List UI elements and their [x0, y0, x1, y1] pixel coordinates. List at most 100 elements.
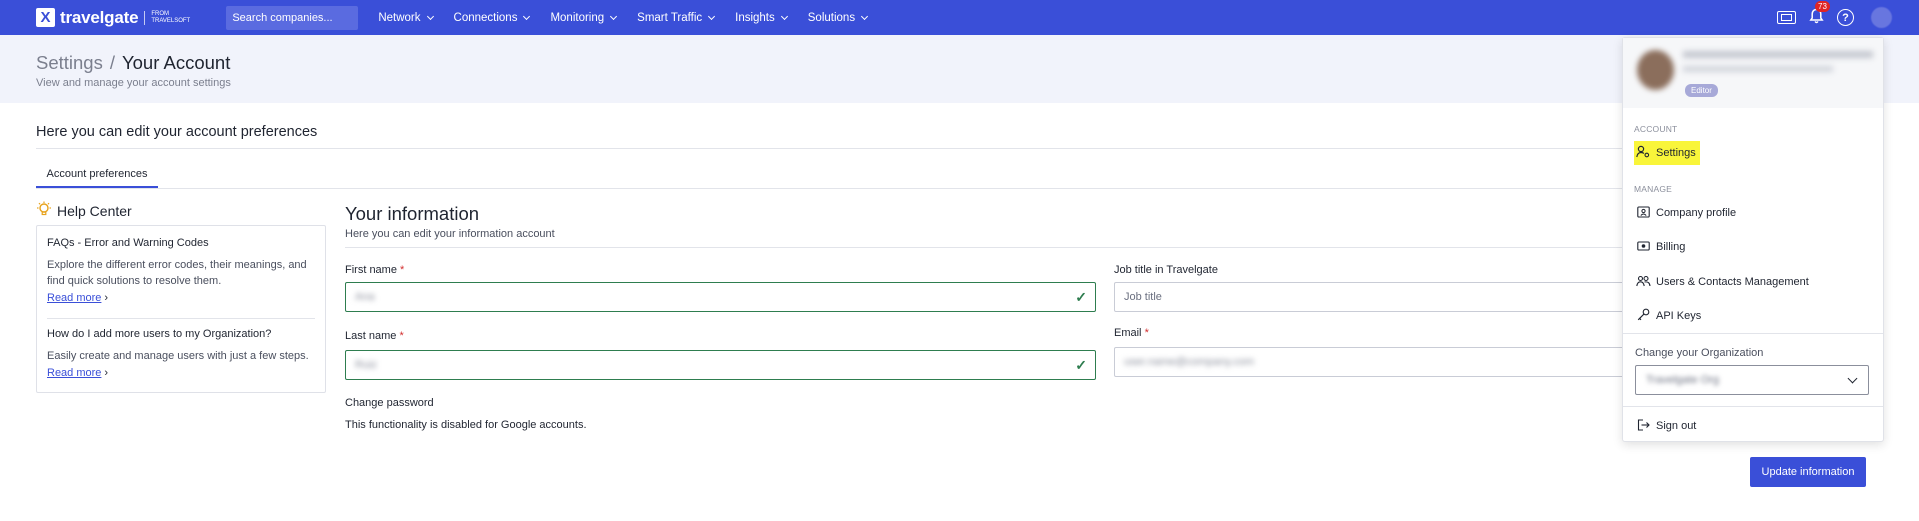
help-icon: ?	[1837, 9, 1854, 26]
breadcrumb-settings[interactable]: Settings	[36, 52, 103, 74]
id-card-icon	[1636, 205, 1650, 221]
logo-mark: X	[36, 8, 55, 27]
change-organization-label: Change your Organization	[1635, 347, 1764, 359]
menu-user-card: Editor	[1623, 38, 1883, 108]
chevron-down-icon	[780, 12, 788, 20]
email-field[interactable]: user.name@company.com	[1114, 347, 1634, 377]
label-text: First name	[345, 264, 397, 276]
last-name-field[interactable]: Ruiz ✓	[345, 350, 1096, 380]
menu-item-billing[interactable]: Billing	[1634, 235, 1689, 259]
chevron-right-icon: ›	[104, 367, 109, 379]
users-icon	[1636, 275, 1651, 290]
check-icon: ✓	[1075, 289, 1087, 305]
user-avatar-button[interactable]	[1871, 7, 1892, 28]
chevron-down-icon	[426, 12, 434, 20]
email-value: user.name@company.com	[1124, 356, 1255, 368]
help-button[interactable]: ?	[1837, 9, 1854, 26]
breadcrumb-separator: /	[109, 52, 115, 73]
menu-item-users-contacts[interactable]: Users & Contacts Management	[1634, 270, 1813, 294]
menu-section-manage: MANAGE	[1634, 184, 1673, 194]
divider	[36, 148, 1656, 149]
check-icon: ✓	[1075, 357, 1087, 373]
nav-label: Insights	[735, 11, 775, 24]
divider	[36, 188, 1656, 189]
menu-item-sign-out[interactable]: Sign out	[1634, 414, 1700, 438]
first-name-label: First name *	[345, 264, 404, 276]
menu-item-label: Sign out	[1656, 420, 1697, 432]
nav-insights[interactable]: Insights	[735, 11, 788, 24]
read-more-link[interactable]: Read more	[47, 367, 101, 379]
first-name-field[interactable]: Ana ✓	[345, 282, 1096, 312]
logo-wordmark: travelgate	[60, 7, 139, 27]
notification-count-badge: 73	[1815, 0, 1830, 12]
help-article-title: FAQs - Error and Warning Codes	[47, 237, 209, 249]
form-title: Your information	[345, 203, 480, 224]
menu-item-api-keys[interactable]: API Keys	[1634, 304, 1705, 328]
money-icon	[1636, 240, 1650, 254]
tab-account-preferences[interactable]: Account preferences	[36, 159, 158, 189]
help-center-title: Help Center	[57, 203, 132, 219]
topbar-actions: 73 ?	[1777, 0, 1919, 35]
logo-from-travelsoft: FROM TRAVELSOFT	[144, 10, 196, 25]
nav-smart-traffic[interactable]: Smart Traffic	[637, 11, 716, 24]
label-text: Last name	[345, 330, 397, 342]
label-text: Email	[1114, 327, 1142, 339]
organization-select[interactable]: Travelgate Org	[1635, 365, 1869, 395]
lightbulb-icon	[36, 201, 52, 221]
menu-item-label: API Keys	[1656, 310, 1702, 322]
nav-connections[interactable]: Connections	[453, 11, 531, 24]
nav-label: Connections	[453, 11, 518, 24]
menu-item-company-profile[interactable]: Company profile	[1634, 201, 1740, 225]
help-center-header: Help Center	[36, 201, 132, 221]
nav-solutions[interactable]: Solutions	[808, 12, 869, 24]
avatar	[1637, 50, 1674, 90]
search-companies-input[interactable]: Search companies...	[226, 5, 359, 30]
sign-out-icon	[1636, 418, 1650, 434]
menu-item-label: Settings	[1656, 147, 1696, 159]
travelgate-logo[interactable]: X travelgate FROM TRAVELSOFT	[36, 8, 196, 28]
user-name-redacted	[1683, 51, 1873, 58]
page-subtitle: View and manage your account settings	[36, 77, 231, 89]
user-dropdown-menu: Editor ACCOUNT Settings MANAGE Company p…	[1622, 37, 1884, 442]
job-title-placeholder: Job title	[1124, 291, 1162, 303]
form-subtitle: Here you can edit your information accou…	[345, 228, 555, 240]
change-password-label: Change password	[345, 397, 434, 409]
read-more-link[interactable]: Read more	[47, 292, 101, 304]
email-label: Email *	[1114, 327, 1149, 339]
menu-item-label: Company profile	[1656, 207, 1737, 219]
required-mark: *	[1144, 327, 1149, 339]
divider	[1623, 333, 1883, 334]
chevron-down-icon	[523, 12, 531, 20]
chevron-down-icon	[861, 12, 869, 20]
nav-monitoring[interactable]: Monitoring	[550, 11, 618, 24]
required-mark: *	[400, 264, 405, 276]
help-article-description: Easily create and manage users with just…	[47, 350, 309, 362]
change-password-note: This functionality is disabled for Googl…	[345, 419, 587, 431]
nav-label: Monitoring	[550, 11, 605, 24]
main-nav: Network Connections Monitoring Smart Tra…	[378, 12, 888, 24]
role-badge: Editor	[1685, 84, 1718, 97]
update-information-button[interactable]: Update information	[1750, 457, 1866, 487]
last-name-value: Ruiz	[355, 359, 378, 371]
nav-label: Smart Traffic	[637, 11, 703, 24]
first-name-value: Ana	[355, 291, 375, 303]
last-name-label: Last name *	[345, 330, 404, 342]
page-title: Your Account	[122, 52, 231, 73]
help-article: FAQs - Error and Warning Codes Explore t…	[47, 237, 315, 304]
nav-label: Network	[378, 11, 421, 24]
divider	[1623, 406, 1883, 407]
ticket-button[interactable]	[1777, 11, 1796, 24]
menu-section-account: ACCOUNT	[1634, 124, 1678, 134]
notifications-button[interactable]: 73	[1809, 0, 1830, 28]
nav-network[interactable]: Network	[378, 11, 434, 24]
divider	[47, 318, 315, 319]
job-title-label: Job title in Travelgate	[1114, 264, 1218, 276]
menu-item-label: Users & Contacts Management	[1656, 276, 1809, 288]
help-article-title: How do I add more users to my Organizati…	[47, 328, 272, 340]
job-title-field[interactable]: Job title	[1114, 282, 1634, 312]
menu-item-settings[interactable]: Settings	[1634, 141, 1700, 165]
section-title: Here you can edit your account preferenc…	[36, 124, 318, 140]
ticket-icon	[1777, 11, 1796, 24]
menu-item-label: Billing	[1656, 241, 1686, 253]
chevron-right-icon: ›	[104, 292, 109, 304]
